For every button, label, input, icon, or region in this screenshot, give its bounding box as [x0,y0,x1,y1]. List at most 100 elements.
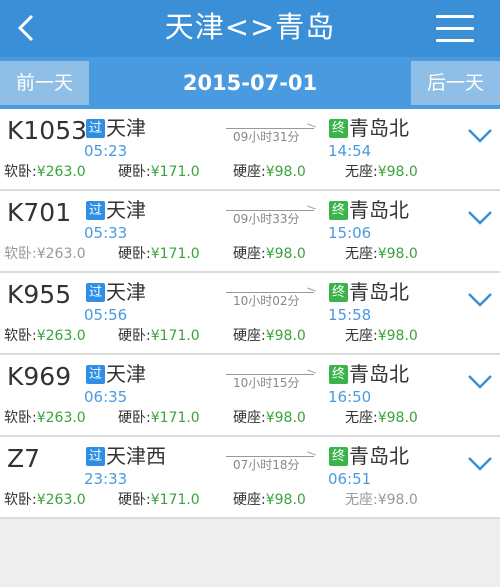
arrow-head [307,451,316,456]
price-value: ¥98.0 [377,246,418,262]
pass-badge: 过 [86,119,105,138]
duration-text: 07小时18分 [233,458,300,472]
price-label: 软卧: [4,164,37,180]
train-number: Z7 [7,444,41,473]
arrival-time: 15:06 [328,224,372,242]
chevron-down-icon [468,293,492,307]
pass-badge: 过 [86,201,105,220]
arrival-station: 青岛北 [349,116,409,140]
chevron-down-icon [468,375,492,389]
price-label: 无座: [345,246,378,262]
train-row[interactable]: K1053 过 天津 05:23 09小时31分 终 青岛北 14:54 软卧:… [0,109,500,191]
price-label: 硬卧: [118,410,151,426]
expand-button[interactable] [468,374,492,389]
train-row[interactable]: Z7 过 天津西 23:33 07小时18分 终 青岛北 06:51 软卧:¥2… [0,437,500,519]
departure-time: 05:56 [84,306,128,324]
duration-text: 10小时02分 [233,294,300,308]
price-hard-sleeper: 硬卧:¥171.0 [118,490,200,510]
train-row[interactable]: K969 过 天津 06:35 10小时15分 终 青岛北 16:50 软卧:¥… [0,355,500,437]
expand-button[interactable] [468,292,492,307]
pass-badge: 过 [86,365,105,384]
price-value: ¥171.0 [150,246,200,262]
departure-time: 05:33 [84,224,128,242]
arrival-time: 06:51 [328,470,372,488]
price-value: ¥171.0 [150,492,200,508]
price-value: ¥98.0 [377,410,418,426]
train-number: K701 [7,198,72,227]
terminal-badge: 终 [329,365,348,384]
price-soft-sleeper: 软卧:¥263.0 [4,408,86,428]
price-hard-seat: 硬座:¥98.0 [233,490,306,510]
price-hard-seat: 硬座:¥98.0 [233,162,306,182]
price-value: ¥171.0 [150,164,200,180]
price-value: ¥98.0 [377,164,418,180]
price-hard-sleeper: 硬卧:¥171.0 [118,244,200,264]
price-label: 硬座: [233,164,266,180]
price-label: 无座: [345,328,378,344]
price-label: 无座: [345,410,378,426]
price-label: 无座: [345,492,378,508]
price-soft-sleeper: 软卧:¥263.0 [4,162,86,182]
arrow-head [307,205,316,210]
next-day-button[interactable]: 后一天 [411,61,500,105]
price-value: ¥171.0 [150,328,200,344]
expand-button[interactable] [468,456,492,471]
terminal-badge: 终 [329,447,348,466]
duration-arrow: 09小时33分 [226,205,316,226]
date-bar: 前一天 2015-07-01 后一天 [0,57,500,109]
price-hard-sleeper: 硬卧:¥171.0 [118,326,200,346]
arrow-head [307,287,316,292]
price-label: 硬卧: [118,164,151,180]
arrow-head [307,123,316,128]
price-hard-sleeper: 硬卧:¥171.0 [118,408,200,428]
price-no-seat: 无座:¥98.0 [345,408,418,428]
arrival-time: 16:50 [328,388,372,406]
terminal-badge: 终 [329,201,348,220]
duration-arrow: 10小时15分 [226,369,316,390]
pass-badge: 过 [86,447,105,466]
price-value: ¥98.0 [265,328,306,344]
price-label: 软卧: [4,246,37,262]
price-value: ¥263.0 [36,246,86,262]
price-label: 硬卧: [118,492,151,508]
terminal-badge: 终 [329,283,348,302]
duration-text: 09小时33分 [233,212,300,226]
price-value: ¥98.0 [265,492,306,508]
train-row[interactable]: K701 过 天津 05:33 09小时33分 终 青岛北 15:06 软卧:¥… [0,191,500,273]
price-value: ¥98.0 [265,246,306,262]
price-label: 硬卧: [118,246,151,262]
train-number: K969 [7,362,72,391]
terminal-badge: 终 [329,119,348,138]
price-soft-sleeper: 软卧:¥263.0 [4,326,86,346]
prev-day-button[interactable]: 前一天 [0,61,89,105]
train-row[interactable]: K955 过 天津 05:56 10小时02分 终 青岛北 15:58 软卧:¥… [0,273,500,355]
price-hard-seat: 硬座:¥98.0 [233,244,306,264]
arrival-station: 青岛北 [349,198,409,222]
price-label: 软卧: [4,328,37,344]
price-label: 硬座: [233,410,266,426]
pass-badge: 过 [86,283,105,302]
price-value: ¥263.0 [36,410,86,426]
departure-time: 06:35 [84,388,128,406]
departure-time: 23:33 [84,470,128,488]
price-value: ¥98.0 [265,164,306,180]
price-value: ¥263.0 [36,492,86,508]
page-title: 天津<>青岛 [164,10,336,44]
departure-station: 天津 [106,362,146,386]
expand-button[interactable] [468,128,492,143]
train-list: K1053 过 天津 05:23 09小时31分 终 青岛北 14:54 软卧:… [0,109,500,519]
price-no-seat: 无座:¥98.0 [345,244,418,264]
arrival-station: 青岛北 [349,362,409,386]
arrival-time: 15:58 [328,306,372,324]
departure-station: 天津 [106,280,146,304]
duration-arrow: 10小时02分 [226,287,316,308]
menu-button[interactable] [436,13,474,45]
duration-arrow: 07小时18分 [226,451,316,472]
price-no-seat: 无座:¥98.0 [345,162,418,182]
menu-icon-bar [436,27,474,30]
chevron-down-icon [468,129,492,143]
expand-button[interactable] [468,210,492,225]
price-value: ¥98.0 [265,410,306,426]
price-label: 无座: [345,164,378,180]
app-header: 天津<>青岛 [0,0,500,57]
